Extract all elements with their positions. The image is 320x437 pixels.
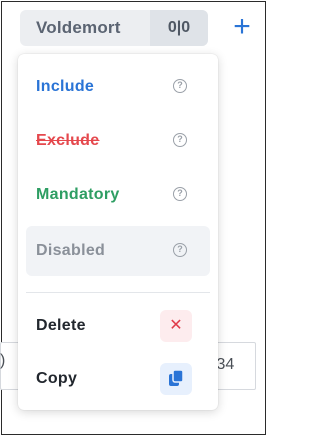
menu-divider (26, 292, 210, 293)
close-icon: ✕ (169, 317, 183, 334)
delete-label: Delete (36, 317, 86, 334)
delete-button[interactable]: ✕ (160, 310, 192, 342)
menu-item-label: Include (36, 78, 95, 95)
help-icon[interactable]: ? (173, 243, 187, 257)
menu-item-mandatory[interactable]: Mandatory ? (26, 170, 210, 220)
add-button[interactable]: + (226, 10, 258, 46)
help-icon[interactable]: ? (173, 133, 187, 147)
tag-counts: 0|0 (150, 10, 208, 46)
help-icon[interactable]: ? (173, 79, 187, 93)
menu-item-label: Mandatory (36, 186, 120, 203)
menu-item-disabled[interactable]: Disabled ? (26, 226, 210, 276)
plus-icon: + (233, 10, 251, 43)
tag-options-menu: Include ? Exclude ? Mandatory ? Disabled… (18, 54, 218, 410)
tag-chip[interactable]: Voldemort 0|0 (20, 10, 208, 46)
menu-item-include[interactable]: Include ? (26, 62, 210, 112)
help-icon[interactable]: ? (173, 187, 187, 201)
background-text-left: ) (0, 352, 6, 369)
copy-icon (169, 369, 184, 386)
tag-name: Voldemort (36, 18, 121, 37)
menu-item-exclude[interactable]: Exclude ? (26, 116, 210, 166)
copy-button[interactable] (160, 363, 192, 395)
menu-item-label: Exclude (36, 132, 100, 149)
menu-item-label: Disabled (36, 242, 106, 259)
copy-label: Copy (36, 370, 78, 387)
